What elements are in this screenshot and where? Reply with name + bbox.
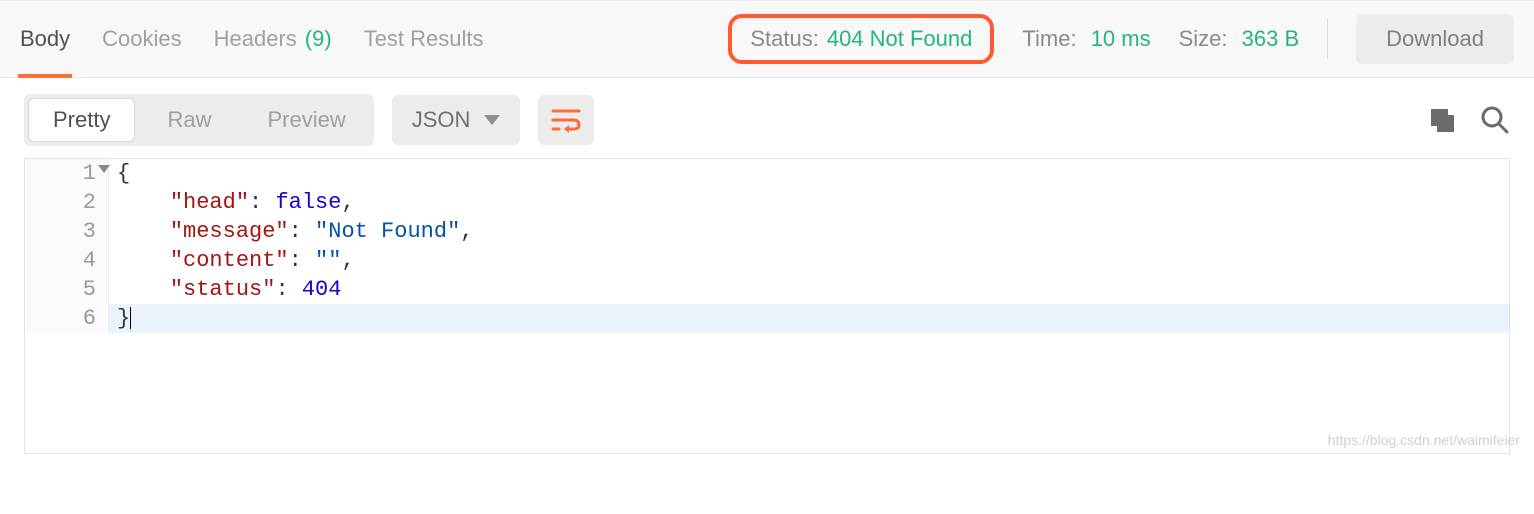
divider (1327, 19, 1328, 59)
code-token: "status" (170, 277, 276, 302)
view-mode-group: Pretty Raw Preview (24, 94, 374, 146)
code-token: false (275, 190, 341, 215)
code-token: "message" (170, 219, 289, 244)
watermark: https://blog.csdn.net/waimifeier (1328, 432, 1520, 448)
tab-test-results-label: Test Results (364, 26, 484, 52)
line-number: 1 (83, 161, 96, 186)
search-button[interactable] (1480, 105, 1510, 135)
status-value: 404 Not Found (827, 26, 973, 52)
code-token: "content" (170, 248, 289, 273)
code-token: } (117, 306, 130, 331)
time-label: Time: (1022, 26, 1076, 51)
fold-icon[interactable] (98, 165, 110, 173)
tab-headers-count: (9) (305, 26, 332, 52)
time-stat: Time: 10 ms (1022, 26, 1150, 52)
code-token: "" (315, 248, 341, 273)
code-line: 5 "status": 404 (25, 275, 1509, 304)
time-value: 10 ms (1091, 26, 1151, 51)
tab-cookies[interactable]: Cookies (102, 1, 181, 77)
status-label: Status: (750, 26, 818, 52)
tab-test-results[interactable]: Test Results (364, 1, 484, 77)
line-number: 6 (83, 306, 96, 331)
response-header: Body Cookies Headers (9) Test Results St… (0, 0, 1534, 78)
code-line: 6 } (25, 304, 1509, 333)
response-editor[interactable]: 1 { 2 "head": false, 3 "message": "Not F… (24, 158, 1510, 454)
tab-headers[interactable]: Headers (9) (214, 1, 332, 77)
size-stat: Size: 363 B (1179, 26, 1300, 52)
response-tabs: Body Cookies Headers (9) Test Results (20, 1, 484, 77)
line-number: 3 (83, 219, 96, 244)
line-number: 2 (83, 190, 96, 215)
gutter: 3 (25, 217, 109, 246)
gutter: 4 (25, 246, 109, 275)
view-raw-button[interactable]: Raw (139, 94, 239, 146)
wrap-lines-button[interactable] (538, 95, 594, 145)
body-toolbar: Pretty Raw Preview JSON (0, 78, 1534, 158)
tab-cookies-label: Cookies (102, 26, 181, 52)
editor-padding (25, 333, 1509, 453)
format-select[interactable]: JSON (392, 95, 521, 145)
gutter: 1 (25, 159, 109, 188)
code-line: 2 "head": false, (25, 188, 1509, 217)
code-line: 1 { (25, 159, 1509, 188)
copy-button[interactable] (1428, 106, 1456, 134)
code-line: 3 "message": "Not Found", (25, 217, 1509, 246)
tab-headers-label: Headers (214, 26, 297, 52)
view-pretty-button[interactable]: Pretty (28, 98, 135, 142)
status-group: Status: 404 Not Found Time: 10 ms Size: … (728, 14, 1514, 64)
search-icon (1480, 105, 1510, 135)
line-number: 5 (83, 277, 96, 302)
size-label: Size: (1179, 26, 1228, 51)
code-token: { (117, 161, 130, 186)
wrap-icon (551, 107, 581, 133)
gutter: 2 (25, 188, 109, 217)
gutter: 5 (25, 275, 109, 304)
toolbar-right (1428, 105, 1510, 135)
chevron-down-icon (484, 115, 500, 125)
code-token: "head" (170, 190, 249, 215)
format-select-label: JSON (412, 107, 471, 133)
line-number: 4 (83, 248, 96, 273)
download-button[interactable]: Download (1356, 14, 1514, 64)
code-token: "Not Found" (315, 219, 460, 244)
tab-body-label: Body (20, 26, 70, 52)
code-token: 404 (302, 277, 342, 302)
gutter: 6 (25, 304, 109, 333)
view-preview-button[interactable]: Preview (239, 94, 373, 146)
size-value: 363 B (1242, 26, 1300, 51)
status-highlight-box: Status: 404 Not Found (728, 14, 994, 64)
code-line: 4 "content": "", (25, 246, 1509, 275)
caret (130, 307, 131, 329)
copy-icon (1428, 106, 1456, 134)
tab-body[interactable]: Body (20, 1, 70, 77)
